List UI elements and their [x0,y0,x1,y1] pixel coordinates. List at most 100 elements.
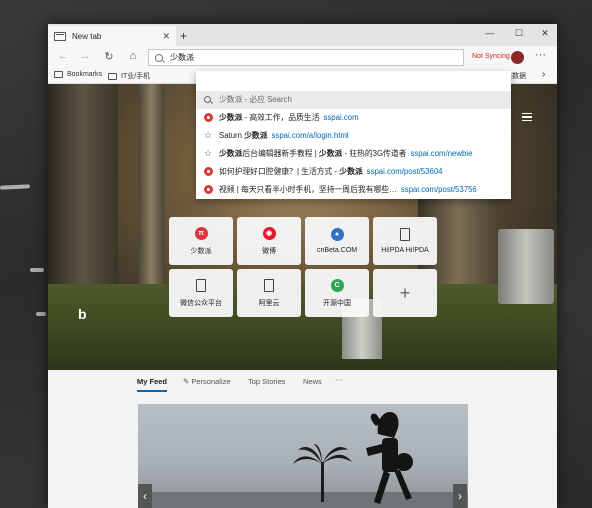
weibo-icon: ◉ [262,226,276,240]
home-button[interactable]: ⌂ [126,50,140,62]
back-button[interactable]: ← [56,50,70,62]
suggestion-url: sspai.com/newbie [410,149,473,159]
feed-tabs: My Feed ✎ Personalize Top Stories News ·… [48,370,557,396]
story-prev-button[interactable]: ‹ [138,484,152,508]
tree-trunk-left [48,84,118,304]
bing-logo[interactable]: b [78,306,87,322]
tile-label: 微信公众平台 [180,299,222,307]
tab-top-stories[interactable]: Top Stories [248,377,286,386]
suggestion-item[interactable]: 视频 | 每天只看半小时手机，坚持一周后我有哪些… sspai.com/post… [196,181,511,199]
suggestion-text: - 高效工作，品质生活 [242,113,320,123]
new-tab-button[interactable]: + [180,29,187,43]
oschina-icon: C [330,278,344,292]
suggestion-url: sspai.com/a/login.html [271,131,349,141]
add-site-button[interactable]: + [373,269,437,317]
tab-personalize[interactable]: ✎ Personalize [183,377,231,386]
suggestion-item[interactable]: ☆ Saturn 少数派 sspai.com/a/login.html [196,127,511,145]
background-chalk-mark [0,184,31,190]
tab-title: New tab [72,31,102,41]
tab-news[interactable]: News [303,377,322,386]
top-site-aliyun[interactable]: 阿里云 [237,269,301,317]
close-window-button[interactable]: ✕ [535,28,555,39]
top-site-oschina[interactable]: C 开源中国 [305,269,369,317]
sspai-site-icon [204,185,213,195]
sspai-icon: π [194,226,208,240]
story-card-image[interactable] [138,404,468,508]
search-icon [155,53,163,62]
tab-close-icon[interactable]: ✕ [162,31,170,42]
favorites-it-folder[interactable]: IT业/手机 [108,71,150,81]
warrior-statue-silhouette [366,412,413,504]
address-bar[interactable]: 少数派 [148,49,464,66]
suggestion-bold: 少数派 [219,113,243,123]
top-site-weibo[interactable]: ◉ 微博 [237,217,301,265]
favorites-overflow-button[interactable]: › [542,69,545,80]
refresh-button[interactable]: ↻ [102,50,116,63]
tab-personalize-label: Personalize [191,377,231,386]
tile-label: 开源中国 [323,299,351,307]
folder-icon [108,72,117,80]
top-site-wechat-mp[interactable]: 微信公众平台 [169,269,233,317]
suggestion-text: - 狂热的3G传道者 [342,149,407,159]
folder-icon [54,71,63,78]
active-tab-indicator [137,390,167,392]
document-icon [196,278,206,292]
document-icon [264,278,274,292]
favorites-bookmarks[interactable]: Bookmarks [54,71,102,78]
sap-bucket-right [498,229,554,304]
tile-label: 阿里云 [258,299,280,307]
sspai-site-icon [204,113,213,123]
suggestion-url: sspai.com [323,113,359,123]
sync-status[interactable]: Not Syncing [472,53,510,60]
address-input[interactable]: 少数派 [170,52,194,63]
background-chalk-mark [36,312,46,316]
suggestion-text: Saturn [219,131,245,141]
suggestion-text: 后台编辑器新手教程 | [242,149,319,159]
tile-label: 微博 [262,247,276,255]
suggestion-suffix: - 必应 Search [242,95,292,105]
avatar[interactable] [511,51,524,64]
tree-trunk-left-2 [138,84,164,294]
suggestion-text: 少数派 [219,95,243,105]
favorites-it-folder-label: IT业/手机 [121,73,151,80]
page-settings-icon[interactable] [522,113,532,121]
feed-more-button[interactable]: ··· [335,375,343,384]
forest-floor [48,284,557,370]
toolbar: ← → ↻ ⌂ 少数派 Not Syncing ··· [48,46,557,68]
tile-label: 少数派 [190,247,212,255]
top-site-cnbeta[interactable]: ● cnBeta.COM [305,217,369,265]
tab-my-feed[interactable]: My Feed [137,377,167,386]
tile-label: cnBeta.COM [316,247,358,254]
top-site-hipda[interactable]: Hi!PDA Hi!PDA [373,217,437,265]
suggestion-text: 视频 | 每天只看半小时手机，坚持一周后我有哪些… [219,185,397,195]
tab-page-icon [54,31,66,41]
background-chalk-mark [30,268,44,272]
sspai-site-icon [204,167,213,177]
favorites-bookmarks-label: Bookmarks [67,71,103,78]
chevron-right-icon: › [458,489,462,503]
minimize-button[interactable]: — [480,28,500,38]
tab-strip: New tab ✕ + — ☐ ✕ [48,24,557,46]
favorite-star-icon: ☆ [204,148,213,159]
plus-icon: + [399,282,411,303]
document-icon [400,228,410,241]
suggestion-item[interactable]: ☆ 少数派后台编辑器新手教程 | 少数派 - 狂热的3G传道者 sspai.co… [196,145,511,163]
address-suggestions-dropdown: 少数派 - 必应 Search 少数派 - 高效工作，品质生活 sspai.co… [196,71,511,199]
suggestion-bold: 少数派 [318,149,343,159]
top-site-sspai[interactable]: π 少数派 [169,217,233,265]
settings-more-button[interactable]: ··· [535,49,546,61]
suggestion-bold: 少数派 [244,131,268,141]
suggestion-item[interactable]: 如何护理好口腔健康？| 生活方式 - 少数派 sspai.com/post/53… [196,163,511,181]
tab-new-tab[interactable]: New tab ✕ [48,26,176,46]
search-icon [204,96,211,104]
story-illustration [138,412,468,508]
story-next-button[interactable]: › [453,484,467,508]
suggestion-item[interactable]: 少数派 - 高效工作，品质生活 sspai.com [196,109,511,127]
browser-window: New tab ✕ + — ☐ ✕ ← → ↻ ⌂ 少数派 Not Syncin… [48,24,557,508]
maximize-button[interactable]: ☐ [509,28,529,39]
cnbeta-icon: ● [330,228,344,241]
favorite-star-icon: ☆ [204,130,213,141]
suggestion-url: sspai.com/post/53756 [400,185,477,195]
suggestion-item[interactable]: 少数派 - 必应 Search [196,91,511,109]
forward-button[interactable]: → [78,50,92,62]
